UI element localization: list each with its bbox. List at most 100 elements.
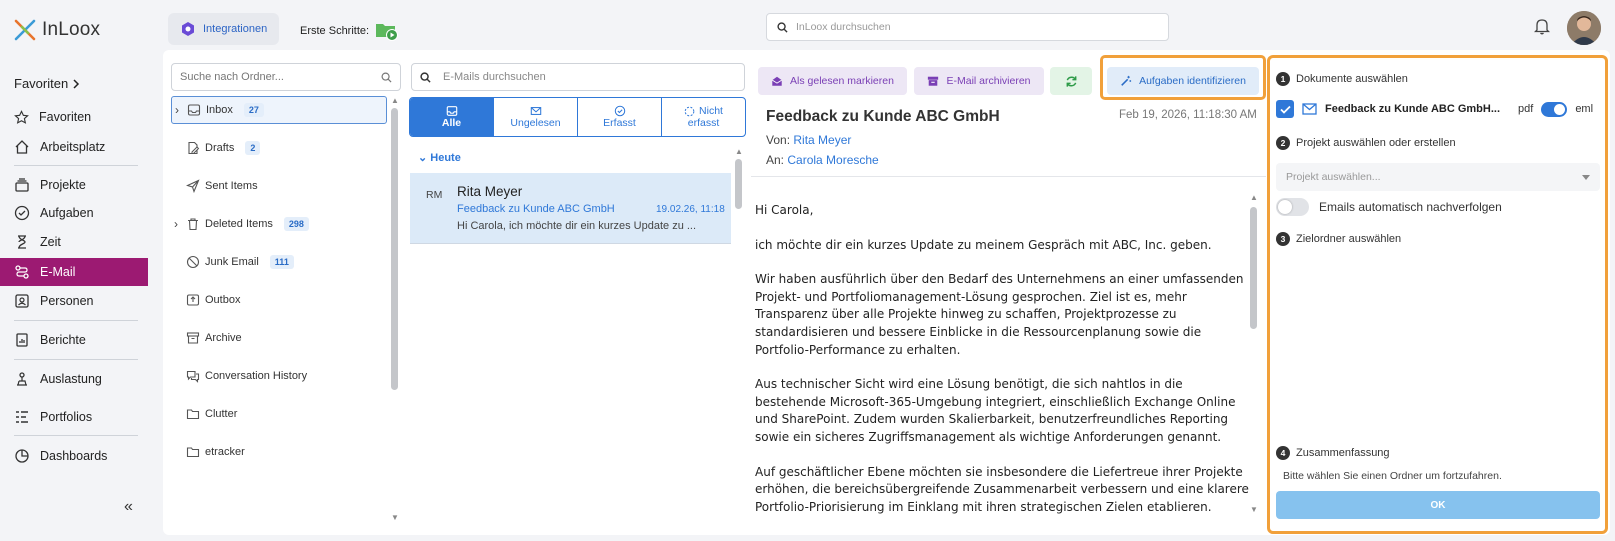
filter-captured[interactable]: Erfasst	[578, 98, 662, 136]
filter-all[interactable]: Alle	[410, 98, 494, 136]
reading-to: An: Carola Moresche	[766, 153, 879, 167]
scroll-up-arrow[interactable]: ▲	[391, 96, 399, 105]
outbox-icon	[186, 294, 200, 306]
app-name: InLoox	[42, 19, 101, 40]
scroll-down-arrow[interactable]: ▼	[391, 513, 399, 522]
mail-date: 19.02.26, 11:18	[656, 204, 725, 215]
sidebar-item-label: Arbeitsplatz	[40, 140, 106, 154]
envelope-icon	[1302, 103, 1317, 115]
filter-label: Nicht	[699, 105, 723, 117]
first-steps[interactable]: Erste Schritte:	[300, 21, 399, 41]
folder-outbox[interactable]: Outbox	[171, 286, 387, 314]
integrations-tab[interactable]: Integrationen	[168, 13, 280, 45]
archive-mail-button[interactable]: E-Mail archivieren	[914, 67, 1044, 95]
chevron-right-icon[interactable]: ›	[171, 217, 181, 231]
sidebar-divider	[14, 359, 138, 360]
folder-deleted-items[interactable]: › Deleted Items 298	[171, 210, 387, 238]
mail-preview: Hi Carola, ich möchte dir ein kurzes Upd…	[457, 220, 697, 232]
to-link[interactable]: Carola Moresche	[787, 153, 878, 167]
document-row: Feedback zu Kunde ABC GmbH... pdf eml	[1276, 98, 1596, 120]
step-label: Zusammenfassung	[1296, 447, 1390, 459]
bell-icon[interactable]	[1534, 17, 1550, 35]
global-search-input[interactable]: InLoox durchsuchen	[766, 13, 1169, 41]
step-number: 1	[1276, 72, 1290, 86]
caret-down-icon	[1582, 174, 1590, 180]
open-envelope-icon	[772, 76, 782, 86]
step-number: 3	[1276, 232, 1290, 246]
sidebar-item-label: Personen	[40, 294, 94, 308]
folder-label: Inbox	[206, 104, 233, 116]
ok-button[interactable]: OK	[1276, 491, 1600, 519]
folder-junk-email[interactable]: Junk Email 111	[171, 248, 387, 276]
folder-clutter[interactable]: Clutter	[171, 400, 387, 428]
search-icon	[381, 72, 392, 83]
user-avatar[interactable]	[1567, 11, 1601, 45]
folder-archive[interactable]: Archive	[171, 324, 387, 352]
dashed-circle-icon	[684, 106, 695, 116]
draft-icon	[188, 141, 200, 155]
reading-scrollbar[interactable]	[1250, 207, 1257, 329]
sidebar-item-zeit[interactable]: Zeit	[0, 229, 148, 255]
mail-list-scrollbar[interactable]	[735, 159, 742, 209]
auto-follow-toggle[interactable]	[1276, 198, 1309, 216]
folder-label: Outbox	[205, 294, 241, 306]
archive-mail-label: E-Mail archivieren	[946, 75, 1031, 87]
folder-sent-items[interactable]: Sent Items	[171, 172, 387, 200]
inbox-icon	[446, 106, 457, 116]
inloox-logo-icon	[14, 19, 36, 41]
trash-icon	[188, 218, 198, 231]
refresh-button[interactable]	[1050, 67, 1092, 95]
sidebar-item-dashboards[interactable]: Dashboards	[0, 443, 148, 469]
mark-read-button[interactable]: Als gelesen markieren	[758, 67, 907, 95]
sidebar-item-berichte[interactable]: Berichte	[0, 327, 148, 353]
sidebar-item-personen[interactable]: Personen	[0, 288, 148, 314]
scroll-up-arrow[interactable]: ▲	[1250, 193, 1258, 202]
project-select[interactable]: Projekt auswählen...	[1276, 163, 1600, 191]
body-paragraph: Wir haben ausführlich über den Bedarf de…	[755, 272, 1244, 357]
scroll-down-arrow[interactable]: ▼	[1250, 505, 1258, 514]
inbox-icon	[187, 104, 201, 116]
chevron-right-icon[interactable]: ›	[172, 103, 182, 117]
folder-conversation-history[interactable]: Conversation History	[171, 362, 387, 390]
from-link[interactable]: Rita Meyer	[793, 133, 851, 147]
format-toggle[interactable]	[1541, 101, 1568, 117]
project-select-placeholder: Projekt auswählen...	[1286, 171, 1381, 183]
sidebar-item-email[interactable]: E-Mail	[0, 258, 148, 286]
mail-route-icon	[15, 265, 29, 279]
sidebar-item-portfolios[interactable]: Portfolios	[0, 404, 148, 430]
folder-label: Clutter	[205, 408, 238, 420]
capture-panel	[1267, 55, 1608, 534]
favorites-header[interactable]: Favoriten	[14, 76, 80, 91]
filter-unread[interactable]: Ungelesen	[494, 98, 578, 136]
scroll-up-arrow[interactable]: ▲	[735, 147, 743, 156]
folder-drafts[interactable]: Drafts 2	[171, 134, 387, 162]
folder-search-input[interactable]: Suche nach Ordner...	[171, 63, 401, 91]
filter-label: Ungelesen	[510, 117, 561, 129]
folder-icon	[186, 447, 200, 458]
mail-search-placeholder: E-Mails durchsuchen	[443, 71, 546, 83]
unread-count-badge: 298	[283, 217, 309, 231]
document-checkbox[interactable]	[1276, 100, 1294, 118]
app-logo[interactable]: InLoox	[14, 19, 100, 41]
folder-etracker[interactable]: etracker	[171, 438, 387, 466]
mail-search-input[interactable]: E-Mails durchsuchen	[411, 63, 745, 91]
folder-inbox[interactable]: › Inbox 27	[171, 96, 387, 124]
filter-label: erfasst	[687, 117, 720, 129]
filter-not-captured[interactable]: Nicht erfasst	[662, 98, 745, 136]
sidebar-item-projekte[interactable]: Projekte	[0, 172, 148, 198]
sidebar-item-favoriten[interactable]: Favoriten	[0, 104, 148, 130]
sidebar-item-label: Projekte	[40, 178, 86, 192]
portfolio-icon	[16, 411, 28, 423]
step-select-target-folder: 3 Zielordner auswählen	[1276, 232, 1401, 246]
sidebar-item-label: Berichte	[40, 333, 86, 347]
mail-group-header[interactable]: ⌄ Heute	[418, 151, 461, 164]
collapse-sidebar-button[interactable]: «	[124, 498, 133, 516]
folder-scrollbar[interactable]	[391, 108, 398, 390]
reading-from: Von: Rita Meyer	[766, 133, 851, 147]
sidebar-item-aufgaben[interactable]: Aufgaben	[0, 200, 148, 226]
check-circle-icon	[14, 205, 30, 221]
sidebar-item-label: Zeit	[40, 235, 61, 249]
sidebar-item-arbeitsplatz[interactable]: Arbeitsplatz	[0, 134, 148, 160]
sidebar-item-auslastung[interactable]: Auslastung	[0, 366, 148, 392]
search-icon	[777, 21, 788, 33]
